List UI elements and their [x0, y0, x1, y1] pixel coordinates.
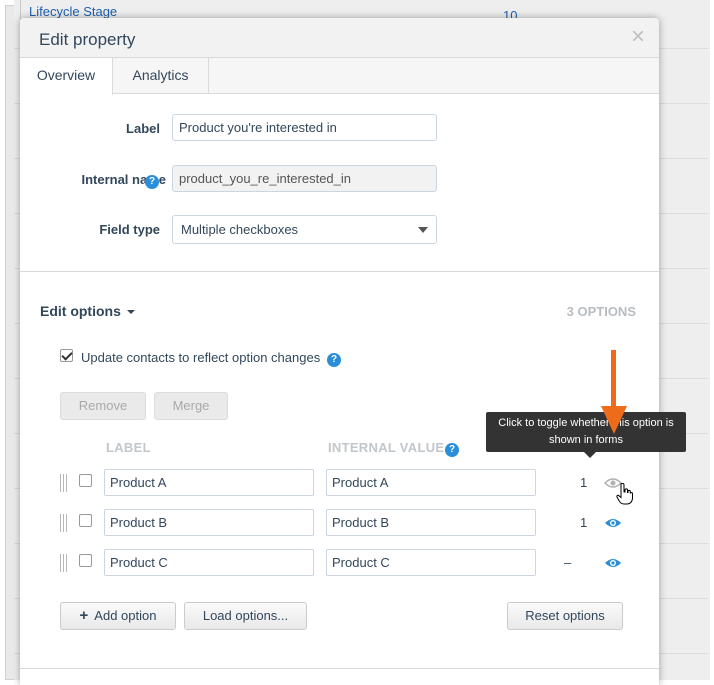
load-options-button[interactable]: Load options... — [184, 602, 307, 630]
caret-down-icon — [126, 310, 135, 315]
column-header-label: LABEL — [106, 440, 151, 455]
tab-analytics[interactable]: Analytics — [113, 58, 209, 94]
hand-cursor-icon — [616, 483, 633, 505]
merge-button[interactable]: Merge — [154, 392, 228, 420]
drag-handle-icon[interactable] — [60, 474, 67, 492]
option-checkbox[interactable] — [79, 514, 92, 527]
help-icon[interactable]: ? — [145, 175, 159, 189]
option-checkbox[interactable] — [79, 554, 92, 567]
eye-icon[interactable] — [604, 557, 622, 569]
option-internal-value-input[interactable]: Product A — [326, 469, 536, 496]
tooltip-text-line2: shown in forms — [549, 434, 623, 446]
options-count: 3 OPTIONS — [566, 304, 636, 319]
footer-divider — [20, 668, 659, 669]
modal-title: Edit property — [39, 30, 136, 49]
help-icon[interactable]: ? — [327, 353, 341, 367]
internal-name-row: Internal name ? product_you_re_intereste… — [20, 165, 659, 195]
section-divider — [20, 271, 659, 272]
add-option-button[interactable]: + Add option — [60, 602, 176, 630]
label-row: Label Product you're interested in — [20, 114, 659, 144]
orange-arrow-icon — [601, 350, 627, 434]
option-usage-count: – — [564, 555, 572, 570]
tooltip-text-line1: Click to toggle whether this option is — [498, 417, 674, 429]
update-contacts-checkbox[interactable] — [60, 349, 73, 362]
close-icon[interactable]: × — [631, 24, 645, 50]
tab-overview[interactable]: Overview — [20, 58, 113, 95]
option-internal-value-input[interactable]: Product C — [326, 549, 536, 576]
remove-button[interactable]: Remove — [60, 392, 146, 420]
edit-options-title: Edit options — [40, 303, 121, 319]
column-header-internal-value: INTERNAL VALUE — [328, 440, 445, 455]
label-field-label: Label — [126, 121, 160, 136]
field-type-row: Field type Multiple checkboxes — [20, 215, 659, 245]
edit-options-toggle[interactable]: Edit options — [40, 303, 135, 319]
modal-header: Edit property × — [20, 18, 659, 58]
lifecycle-stage-link[interactable]: Lifecycle Stage — [29, 4, 117, 19]
option-checkbox[interactable] — [79, 474, 92, 487]
option-usage-count: 1 — [580, 515, 588, 530]
field-type-select[interactable]: Multiple checkboxes — [172, 215, 437, 244]
chevron-down-icon — [418, 227, 428, 233]
drag-handle-icon[interactable] — [60, 554, 67, 572]
internal-name-input: product_you_re_interested_in — [172, 165, 437, 192]
update-contacts-label: Update contacts to reflect option change… — [81, 350, 321, 365]
help-icon[interactable]: ? — [445, 443, 459, 457]
field-type-select-value: Multiple checkboxes — [181, 222, 299, 237]
drag-handle-icon[interactable] — [60, 514, 67, 532]
option-usage-count: 1 — [580, 475, 588, 490]
option-internal-value-input[interactable]: Product B — [326, 509, 536, 536]
add-option-label: Add option — [94, 608, 157, 623]
option-label-input[interactable]: Product C — [104, 549, 314, 576]
option-label-input[interactable]: Product A — [104, 469, 314, 496]
option-label-input[interactable]: Product B — [104, 509, 314, 536]
eye-icon[interactable] — [604, 517, 622, 529]
plus-icon: + — [79, 607, 89, 624]
eye-toggle-tooltip: Click to toggle whether this option is s… — [486, 412, 686, 458]
tab-bar: Overview Analytics — [20, 58, 659, 95]
edit-property-modal: Edit property × Overview Analytics Label… — [20, 18, 659, 685]
field-type-field-label: Field type — [99, 222, 160, 237]
label-input[interactable]: Product you're interested in — [172, 114, 437, 141]
reset-options-button[interactable]: Reset options — [507, 602, 623, 630]
